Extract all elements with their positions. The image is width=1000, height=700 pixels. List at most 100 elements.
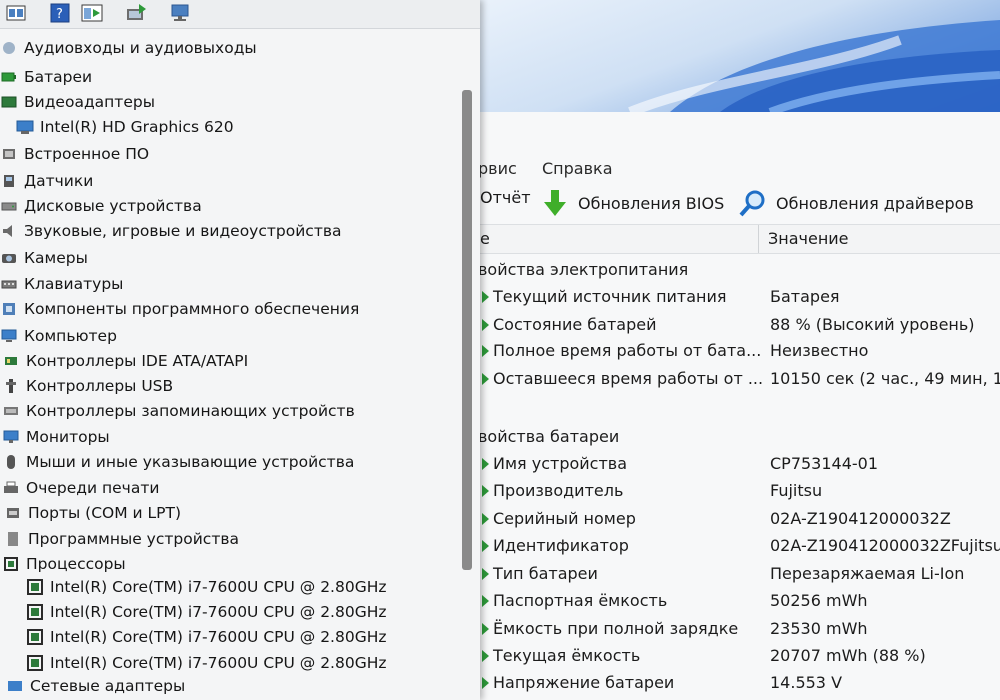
- magnifier-icon: [739, 190, 765, 217]
- property-name: Ёмкость при полной зарядке: [482, 619, 738, 638]
- tree-item-mice[interactable]: Мыши и иные указывающие устройства: [2, 450, 354, 474]
- property-value: 23530 mWh: [770, 619, 868, 638]
- svg-text:?: ?: [56, 7, 63, 22]
- property-list-header: е Значение: [470, 224, 1000, 254]
- property-bullet-icon: [482, 290, 489, 303]
- property-row[interactable]: Состояние батарей 88 % (Высокий уровень): [470, 312, 1000, 338]
- tree-item-label: Процессоры: [26, 555, 126, 573]
- tree-item-keyboards[interactable]: Клавиатуры: [0, 272, 123, 296]
- property-row[interactable]: Тип батареи Перезаряжаемая Li-Ion: [470, 561, 1000, 587]
- tree-item-print-queues[interactable]: Очереди печати: [2, 476, 159, 500]
- tree-item-cpu-2[interactable]: Intel(R) Core(TM) i7-7600U CPU @ 2.80GHz: [26, 600, 387, 624]
- tree-item-label: Intel(R) Core(TM) i7-7600U CPU @ 2.80GHz: [50, 578, 387, 596]
- property-name: Состояние батарей: [482, 315, 656, 334]
- property-row[interactable]: Ёмкость при полной зарядке 23530 mWh: [470, 616, 1000, 642]
- tree-item-ports[interactable]: Порты (COM и LPT): [4, 501, 181, 525]
- desktop-wallpaper: [470, 0, 1000, 112]
- tree-item-label: Датчики: [24, 172, 94, 190]
- tree-item-processors[interactable]: Процессоры: [2, 552, 126, 576]
- property-row[interactable]: Имя устройства CP753144-01: [470, 451, 1000, 477]
- property-bullet-icon: [482, 512, 489, 525]
- tree-item-label: Компьютер: [24, 327, 117, 345]
- property-bullet-icon: [482, 539, 489, 552]
- processor-icon: [26, 655, 44, 671]
- update-driver-icon[interactable]: [124, 2, 148, 24]
- property-value: 02A-Z190412000032ZFujitsuC: [770, 536, 1000, 555]
- property-row[interactable]: Производитель Fujitsu: [470, 478, 1000, 504]
- scan-hardware-icon[interactable]: [168, 2, 192, 24]
- tree-item-cpu-3[interactable]: Intel(R) Core(TM) i7-7600U CPU @ 2.80GHz: [26, 625, 387, 649]
- tree-item-label: Порты (COM и LPT): [28, 504, 182, 522]
- properties-icon[interactable]: [4, 2, 28, 24]
- tree-item-intel-hd-620[interactable]: Intel(R) HD Graphics 620: [16, 115, 234, 139]
- property-row[interactable]: Напряжение батареи 14.553 V: [470, 670, 1000, 696]
- usb-icon: [2, 378, 20, 394]
- property-value: CP753144-01: [770, 454, 879, 473]
- tree-item-ide-controllers[interactable]: Контроллеры IDE ATA/ATAPI: [2, 349, 248, 373]
- tree-item-network-adapters[interactable]: Сетевые адаптеры: [6, 677, 185, 695]
- network-adapter-icon: [6, 677, 24, 693]
- tree-item-cpu-1[interactable]: Intel(R) Core(TM) i7-7600U CPU @ 2.80GHz: [26, 575, 387, 599]
- tree-item-disk-drives[interactable]: Дисковые устройства: [0, 194, 202, 218]
- property-row[interactable]: Текущая ёмкость 20707 mWh (88 %): [470, 643, 1000, 669]
- tree-item-batteries[interactable]: Батареи: [0, 65, 92, 89]
- tree-item-sound-video[interactable]: Звуковые, игровые и видеоустройства: [0, 219, 341, 243]
- driver-updates-button[interactable]: Обновления драйверов: [738, 188, 974, 218]
- port-icon: [4, 505, 22, 521]
- menu-service[interactable]: рвис: [478, 159, 517, 178]
- software-component-icon: [0, 301, 18, 317]
- tree-item-label: Контроллеры запоминающих устройств: [26, 402, 355, 420]
- tree-item-firmware[interactable]: Встроенное ПО: [0, 142, 149, 166]
- property-bullet-icon: [482, 318, 489, 331]
- property-bullet-icon: [482, 622, 489, 635]
- property-name: Напряжение батареи: [482, 673, 674, 692]
- tree-item-usb-controllers[interactable]: Контроллеры USB: [2, 374, 173, 398]
- bios-updates-button[interactable]: Обновления BIOS: [540, 188, 724, 218]
- tree-item-label: Контроллеры USB: [26, 377, 174, 395]
- tree-item-label: Встроенное ПО: [24, 145, 150, 163]
- tree-item-storage-controllers[interactable]: Контроллеры запоминающих устройств: [2, 399, 355, 423]
- tree-item-monitors[interactable]: Мониторы: [2, 425, 110, 449]
- property-name: Оставшееся время работы от ...: [482, 369, 763, 388]
- tree-item-label: Аудиовходы и аудиовыходы: [24, 39, 257, 57]
- value-column-header[interactable]: Значение: [768, 229, 849, 248]
- console-icon[interactable]: [80, 2, 104, 24]
- tree-item-label: Компоненты программного обеспечения: [24, 300, 360, 318]
- property-name: Серийный номер: [482, 509, 636, 528]
- tree-item-display-adapters[interactable]: Видеоадаптеры: [0, 90, 155, 114]
- tree-item-audio-io[interactable]: Аудиовходы и аудиовыходы: [0, 36, 257, 60]
- tree-item-software-components[interactable]: Компоненты программного обеспечения: [0, 297, 359, 321]
- property-bullet-icon: [482, 344, 489, 357]
- report-button[interactable]: Отчёт: [480, 188, 531, 207]
- processor-icon: [26, 604, 44, 620]
- speaker-icon: [0, 223, 18, 239]
- computer-icon: [0, 328, 18, 344]
- property-row[interactable]: Оставшееся время работы от ... 10150 сек…: [470, 366, 1000, 392]
- tree-item-sensors[interactable]: Датчики: [0, 169, 93, 193]
- download-arrow-icon: [544, 190, 566, 216]
- property-name: Текущая ёмкость: [482, 646, 640, 665]
- column-separator[interactable]: [758, 225, 759, 253]
- software-device-icon: [4, 531, 22, 547]
- field-column-header[interactable]: е: [480, 229, 490, 248]
- audio-io-icon: [0, 40, 18, 56]
- tree-item-cpu-4[interactable]: Intel(R) Core(TM) i7-7600U CPU @ 2.80GHz: [26, 651, 387, 675]
- device-tree-scrollbar[interactable]: [462, 90, 472, 570]
- help-icon[interactable]: ?: [48, 2, 72, 24]
- tree-item-label: Дисковые устройства: [24, 197, 202, 215]
- property-row[interactable]: Полное время работы от бата... Неизвестн…: [470, 338, 1000, 364]
- property-row[interactable]: Паспортная ёмкость 50256 mWh: [470, 588, 1000, 614]
- tree-item-software-devices[interactable]: Программные устройства: [4, 527, 239, 551]
- property-row[interactable]: Идентификатор 02A-Z190412000032ZFujitsuC: [470, 533, 1000, 559]
- ide-controller-icon: [2, 353, 20, 369]
- property-bullet-icon: [482, 594, 489, 607]
- property-row[interactable]: Серийный номер 02A-Z190412000032Z: [470, 506, 1000, 532]
- property-value: Неизвестно: [770, 341, 869, 360]
- menu-help[interactable]: Справка: [542, 159, 613, 178]
- tree-item-cameras[interactable]: Камеры: [0, 246, 88, 270]
- tree-item-computer[interactable]: Компьютер: [0, 324, 117, 348]
- property-row[interactable]: Текущий источник питания Батарея: [470, 284, 1000, 310]
- main-toolbar: Отчёт Обновления BIOS Обновления драйвер…: [470, 184, 1000, 220]
- tree-item-label: Intel(R) Core(TM) i7-7600U CPU @ 2.80GHz: [50, 628, 387, 646]
- property-value: 14.553 V: [770, 673, 843, 692]
